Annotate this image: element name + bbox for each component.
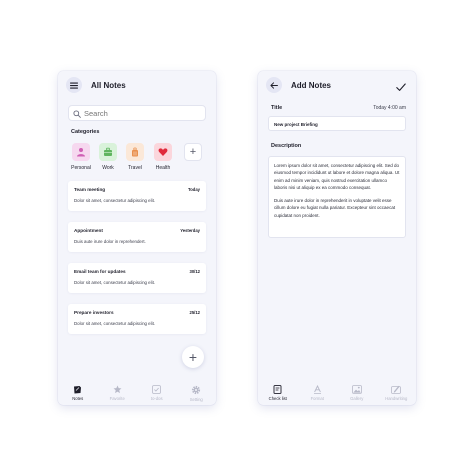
plus-icon: + xyxy=(189,146,197,158)
note-card[interactable]: Appointment Yesterday Duis aute irure do… xyxy=(68,222,206,252)
plus-icon: + xyxy=(188,349,198,365)
note-card[interactable]: Email team for updates 30/12 Dolor sit a… xyxy=(68,263,206,293)
star-icon xyxy=(113,385,122,394)
save-button[interactable] xyxy=(396,79,406,97)
bottom-toolbar: Check list Format Gallery Handwriting xyxy=(258,379,416,405)
note-card[interactable]: Prepare investors 25/12 Dolor sit amet, … xyxy=(68,304,206,334)
category-health[interactable]: Health xyxy=(153,143,173,171)
category-label: Work xyxy=(102,165,114,171)
search-icon xyxy=(73,110,81,118)
tab-check-list[interactable]: Check list xyxy=(258,379,298,405)
search-input[interactable] xyxy=(84,107,202,120)
tab-gallery[interactable]: Gallery xyxy=(337,379,377,405)
gear-icon xyxy=(192,385,201,395)
note-date: 25/12 xyxy=(189,310,200,315)
category-work[interactable]: Work xyxy=(98,143,118,171)
note-body: Dolor sit amet, consectetur adipiscing e… xyxy=(74,198,156,203)
note-title: Email team for updates xyxy=(74,269,126,274)
note-date: Yesterday xyxy=(180,228,200,233)
description-paragraph: Lorem ipsum dolor sit amet, consectetur … xyxy=(274,163,400,190)
note-timestamp: Today 4:00 am xyxy=(373,105,406,111)
tab-favorite[interactable]: Favorite xyxy=(98,379,138,405)
briefcase-icon xyxy=(104,147,112,156)
tab-label: Favorite xyxy=(109,396,125,401)
text-format-icon xyxy=(313,385,321,394)
arrow-left-icon xyxy=(270,81,278,89)
description-paragraph: Duis aute irure dolor in reprehenderit i… xyxy=(274,198,396,218)
tab-label: to-dos xyxy=(150,396,163,401)
note-card[interactable]: Team meeting Today Dolor sit amet, conse… xyxy=(68,181,206,211)
note-body: Dolor sit amet, consectetur adipiscing e… xyxy=(74,280,156,285)
category-travel-box xyxy=(126,143,144,161)
add-notes-screen: Add Notes Title Today 4:00 am New projec… xyxy=(258,71,416,405)
page-title: Add Notes xyxy=(291,81,331,90)
categories-label: Categories xyxy=(71,129,100,135)
category-personal-box xyxy=(72,143,90,161)
checkbox-icon xyxy=(152,385,162,394)
image-icon xyxy=(351,385,362,394)
description-label: Description xyxy=(271,143,302,149)
tab-handwriting[interactable]: Handwriting xyxy=(377,379,417,405)
tab-label: Handwriting xyxy=(385,396,408,401)
tab-to-dos[interactable]: to-dos xyxy=(137,379,177,405)
category-health-box xyxy=(154,143,172,161)
tab-label: Gallery xyxy=(350,396,364,401)
checklist-icon xyxy=(273,385,282,394)
title-label: Title xyxy=(271,105,283,111)
note-title: Prepare investors xyxy=(74,310,114,315)
tab-label: Setting xyxy=(189,397,203,402)
category-label: Health xyxy=(155,165,171,171)
tab-label: Check list xyxy=(268,396,287,401)
heart-icon xyxy=(158,148,168,156)
note-date: 30/12 xyxy=(189,269,200,274)
description-field[interactable]: Lorem ipsum dolor sit amet, consectetur … xyxy=(268,156,406,238)
category-label: Travel xyxy=(128,165,142,171)
suitcase-icon xyxy=(132,147,138,157)
tab-format[interactable]: Format xyxy=(298,379,338,405)
person-icon xyxy=(77,148,85,157)
category-personal[interactable]: Personal xyxy=(71,143,91,171)
checkmark-icon xyxy=(396,83,406,91)
search-bar[interactable] xyxy=(68,105,206,121)
notes-icon xyxy=(74,386,82,394)
menu-button[interactable] xyxy=(66,77,82,93)
page-title: All Notes xyxy=(91,81,126,90)
tab-label: Format xyxy=(310,396,324,401)
note-date: Today xyxy=(187,187,200,192)
header: Add Notes xyxy=(258,71,416,99)
tab-notes[interactable]: Notes xyxy=(58,379,98,405)
back-button[interactable] xyxy=(266,77,282,93)
tab-setting[interactable]: Setting xyxy=(177,379,217,405)
note-body: Duis aute irure dolor in reprehendert. xyxy=(74,239,146,244)
all-notes-screen: All Notes Categories Personal Work Trave… xyxy=(58,71,216,405)
category-travel[interactable]: Travel xyxy=(125,143,145,171)
title-field[interactable]: New project Briefing xyxy=(268,116,406,131)
header: All Notes xyxy=(58,71,216,99)
bottom-nav: Notes Favorite to-dos Setting xyxy=(58,379,216,405)
add-note-button[interactable]: + xyxy=(182,346,204,368)
tab-label: Notes xyxy=(72,396,84,401)
note-body: Dolor sit amet, consectetur adipiscing e… xyxy=(74,321,156,326)
note-title: Team meeting xyxy=(74,187,106,192)
category-work-box xyxy=(99,143,117,161)
hamburger-icon xyxy=(70,82,78,89)
note-title: Appointment xyxy=(74,228,103,233)
title-value: New project Briefing xyxy=(274,122,318,127)
add-category-button[interactable]: + xyxy=(184,143,202,161)
pen-icon xyxy=(391,385,402,394)
category-label: Personal xyxy=(71,165,91,171)
